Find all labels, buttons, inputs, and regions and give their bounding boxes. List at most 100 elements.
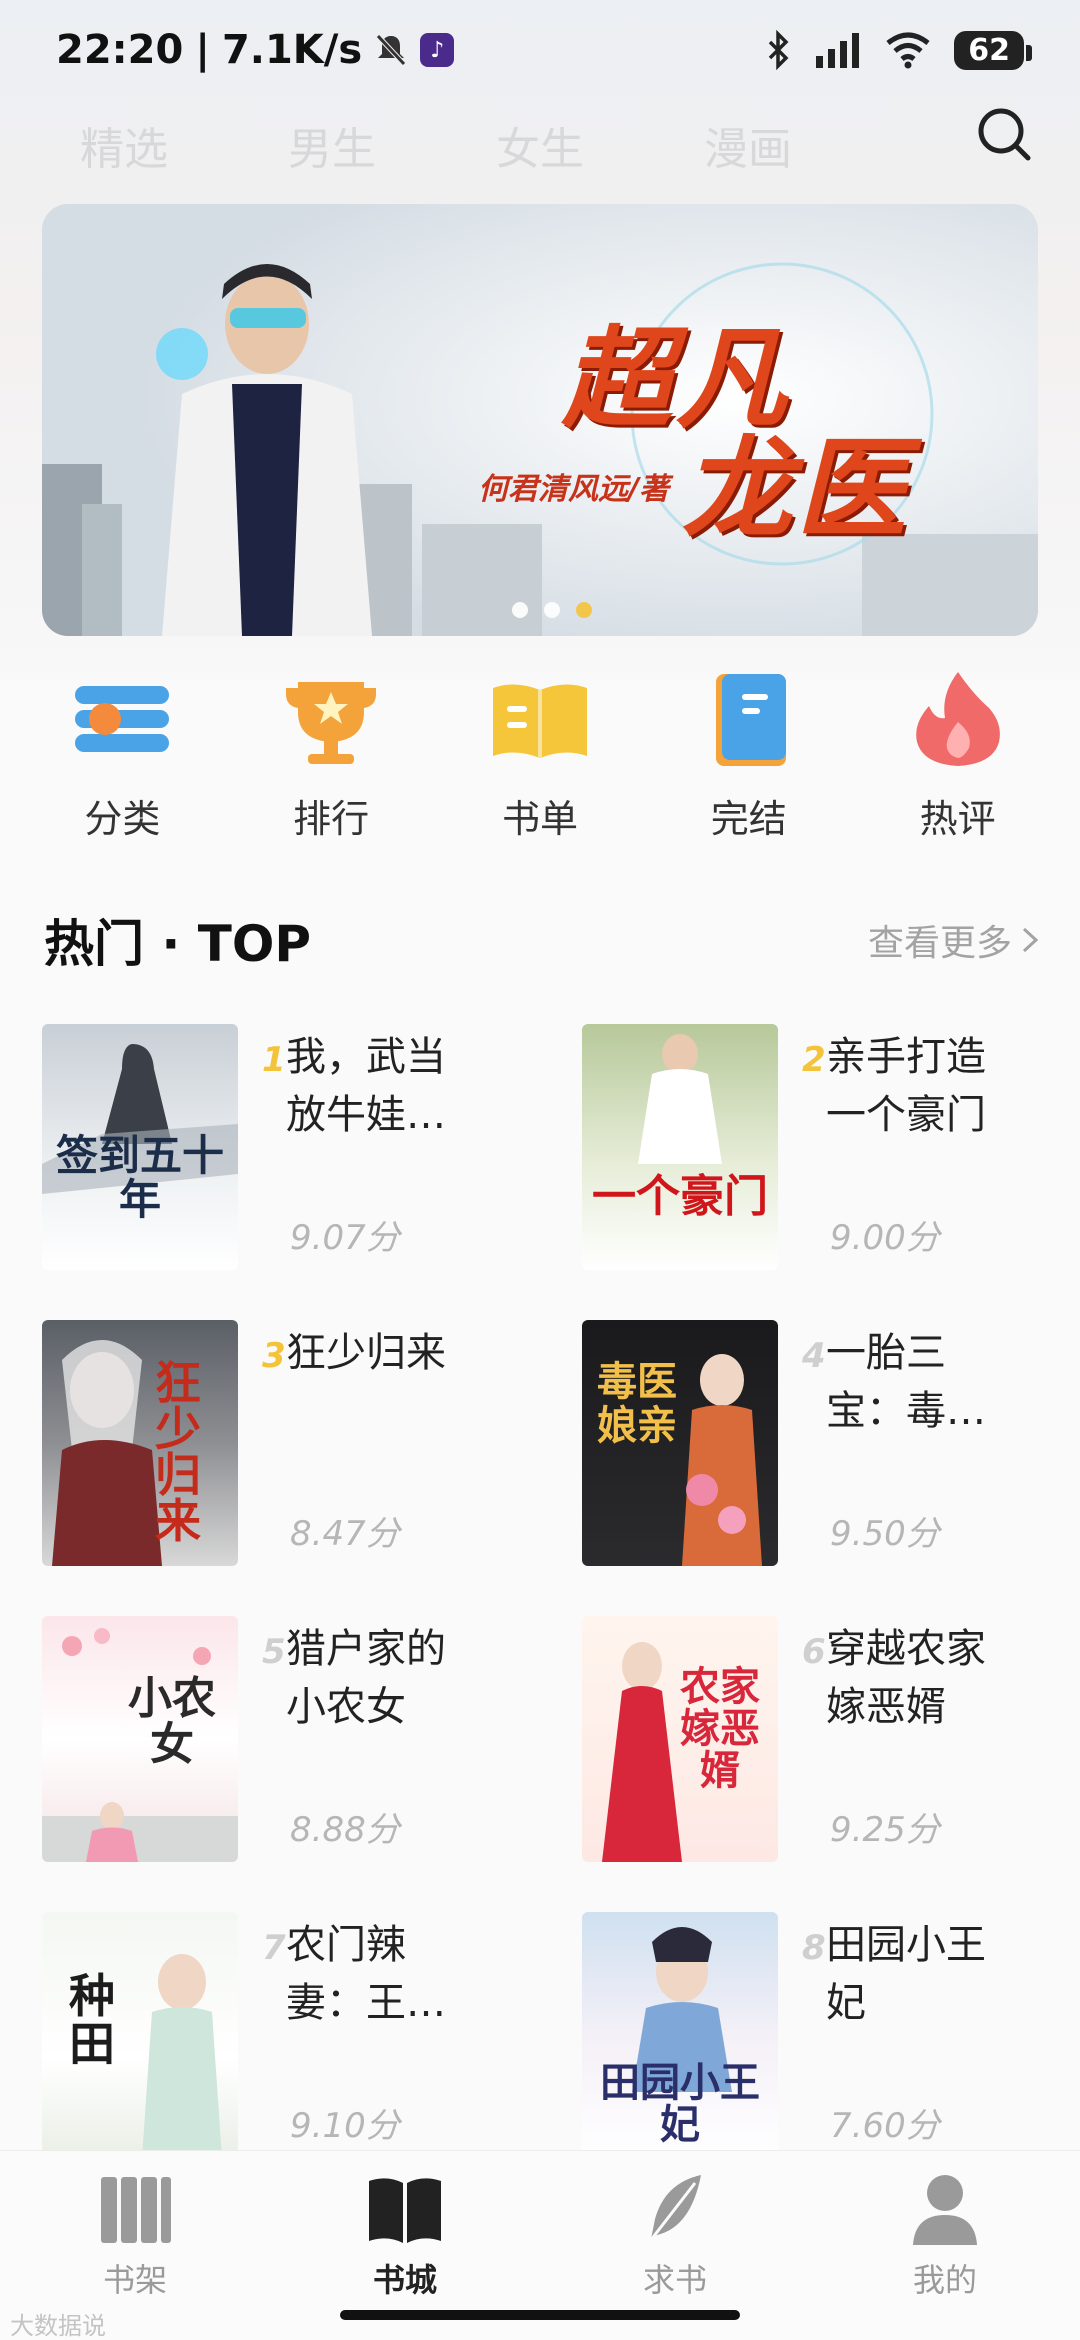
book-item[interactable]: 小农女 5 猎户家的小农女 8.88分 xyxy=(42,1616,582,1862)
book-item[interactable]: 一个豪门 2 亲手打造一个豪门 9.00分 xyxy=(582,1024,1042,1270)
cover-title: 农家嫁恶婿 xyxy=(680,1664,760,1794)
fire-icon xyxy=(915,672,1000,766)
mute-bell-icon xyxy=(376,34,407,66)
book-score: 7.60分 xyxy=(830,2106,940,2146)
quick-nav-label: 书单 xyxy=(501,797,578,841)
user-icon xyxy=(913,2175,977,2245)
quick-nav-label: 完结 xyxy=(710,797,787,841)
book-info: 6 穿越农家嫁恶婿 9.25分 xyxy=(778,1616,1042,1862)
book-info: 4 一胎三宝：毒… 9.50分 xyxy=(778,1320,1042,1566)
quick-nav: 分类 排行 书单 完结 热评 xyxy=(0,664,1080,844)
book-info: 7 农门辣妻：王… 9.10分 xyxy=(238,1912,582,2158)
quick-nav-ranking[interactable]: 排行 xyxy=(241,664,421,844)
tab-male[interactable]: 男生 xyxy=(288,113,376,177)
bookshelf-icon xyxy=(101,2177,171,2243)
rank-number: 7 xyxy=(262,1928,286,1968)
cover-title: 田园小王妃 xyxy=(600,2060,760,2148)
book-title: 狂少归来 xyxy=(286,1330,446,1376)
book-score: 9.50分 xyxy=(830,1514,940,1554)
rank-number: 5 xyxy=(262,1632,286,1672)
chevron-right-icon xyxy=(1022,927,1039,953)
top-tabs: 精选 男生 女生 漫画 xyxy=(0,90,1080,200)
book-item[interactable]: 签到五十年 1 我，武当放牛娃… 9.07分 xyxy=(42,1024,582,1270)
book-item[interactable]: 田园小王妃 8 田园小王妃 7.60分 xyxy=(582,1912,1042,2158)
status-speed: 7.1K/s xyxy=(221,27,363,73)
quick-nav-hot-reviews[interactable]: 热评 xyxy=(868,664,1048,844)
book-cover[interactable]: 毒医娘亲 xyxy=(582,1320,778,1566)
cover-title: 种田 xyxy=(69,1969,115,2072)
book-cover[interactable]: 小农女 xyxy=(42,1616,238,1862)
quick-nav-finished[interactable]: 完结 xyxy=(659,664,839,844)
book-cover[interactable]: 一个豪门 xyxy=(582,1024,778,1270)
battery-indicator: 62 xyxy=(954,30,1032,70)
view-more-link[interactable]: 查看更多 xyxy=(868,914,1040,966)
tab-featured[interactable]: 精选 xyxy=(80,113,168,177)
finished-book-icon xyxy=(715,674,786,766)
rank-number: 1 xyxy=(262,1040,286,1080)
rank-number: 6 xyxy=(802,1632,826,1672)
signal-icon xyxy=(816,33,860,68)
feather-icon xyxy=(645,2175,701,2246)
quick-nav-booklist[interactable]: 书单 xyxy=(450,664,630,844)
rank-number: 2 xyxy=(802,1040,826,1080)
book-title: 田园小王妃 xyxy=(826,1922,986,2026)
book-score: 9.07分 xyxy=(290,1218,400,1258)
book-cover[interactable]: 种田 xyxy=(42,1912,238,2158)
open-book-icon xyxy=(369,2178,441,2243)
book-score: 9.10分 xyxy=(290,2106,400,2146)
book-title: 猎户家的小农女 xyxy=(286,1626,446,1730)
rank-number: 4 xyxy=(802,1336,826,1376)
page: 22:20 | 7.1K/s ♪ 62 精选 男生 女生 漫画 超凡 龙医 何君… xyxy=(0,0,1080,2340)
book-title: 穿越农家嫁恶婿 xyxy=(826,1626,986,1730)
book-cover[interactable]: 农家嫁恶婿 xyxy=(582,1616,778,1862)
book-cover[interactable]: 狂少归来 xyxy=(42,1320,238,1566)
banner-title-line1: 超凡 xyxy=(562,315,790,443)
home-indicator[interactable] xyxy=(340,2310,740,2320)
section-title: 热门 · TOP xyxy=(44,915,312,973)
book-item[interactable]: 种田 7 农门辣妻：王… 9.10分 xyxy=(42,1912,582,2158)
category-icon xyxy=(75,686,170,752)
quick-nav-category[interactable]: 分类 xyxy=(32,664,212,844)
quick-nav-label: 排行 xyxy=(293,797,370,841)
book-cover[interactable]: 田园小王妃 xyxy=(582,1912,778,2158)
book-list-icon xyxy=(492,684,587,758)
banner-dot[interactable] xyxy=(544,602,560,618)
hot-top-header: 热门 · TOP 查看更多 xyxy=(44,900,1040,980)
cover-title: 狂少归来 xyxy=(155,1356,201,1548)
book-cover[interactable]: 签到五十年 xyxy=(42,1024,238,1270)
banner-title-line2: 龙医 xyxy=(682,425,910,553)
book-item[interactable]: 狂少归来 3 狂少归来 8.47分 xyxy=(42,1320,582,1566)
banner-author: 何君清风远/著 xyxy=(478,472,669,507)
book-info: 2 亲手打造一个豪门 9.00分 xyxy=(778,1024,1042,1270)
book-info: 8 田园小王妃 7.60分 xyxy=(778,1912,1042,2158)
cover-title: 毒医娘亲 xyxy=(597,1359,677,1449)
banner-dot-active[interactable] xyxy=(576,602,592,618)
status-left: 22:20 | 7.1K/s ♪ xyxy=(56,27,455,73)
status-separator: | xyxy=(195,27,210,73)
promo-banner[interactable]: 超凡 龙医 何君清风远/著 xyxy=(42,204,1038,636)
book-item[interactable]: 农家嫁恶婿 6 穿越农家嫁恶婿 9.25分 xyxy=(582,1616,1042,1862)
book-title: 我，武当放牛娃… xyxy=(286,1034,446,1138)
tab-female[interactable]: 女生 xyxy=(496,113,584,177)
status-time: 22:20 xyxy=(56,27,184,73)
nav-label: 书架 xyxy=(102,2261,167,2299)
quick-nav-label: 热评 xyxy=(919,797,996,841)
book-score: 8.88分 xyxy=(290,1810,400,1850)
search-icon[interactable] xyxy=(970,100,1040,170)
tab-comics[interactable]: 漫画 xyxy=(704,113,792,177)
book-ranking-grid: 签到五十年 1 我，武当放牛娃… 9.07分 一个豪门 2 亲手打造一个豪门 9… xyxy=(42,1024,1042,2158)
cover-figure xyxy=(638,1034,722,1164)
banner-dot[interactable] xyxy=(512,602,528,618)
status-right: 62 xyxy=(764,30,1032,70)
banner-illustration xyxy=(42,204,1038,636)
book-item[interactable]: 毒医娘亲 4 一胎三宝：毒… 9.50分 xyxy=(582,1320,1042,1566)
tiktok-app-icon: ♪ xyxy=(420,33,455,67)
trophy-icon xyxy=(286,682,377,764)
nav-profile[interactable]: 我的 xyxy=(845,2169,1045,2340)
rank-number: 3 xyxy=(262,1336,286,1376)
status-bar: 22:20 | 7.1K/s ♪ 62 xyxy=(0,0,1080,100)
book-score: 9.25分 xyxy=(830,1810,940,1850)
rank-number: 8 xyxy=(802,1928,826,1968)
book-score: 8.47分 xyxy=(290,1514,400,1554)
wifi-icon xyxy=(886,32,930,69)
